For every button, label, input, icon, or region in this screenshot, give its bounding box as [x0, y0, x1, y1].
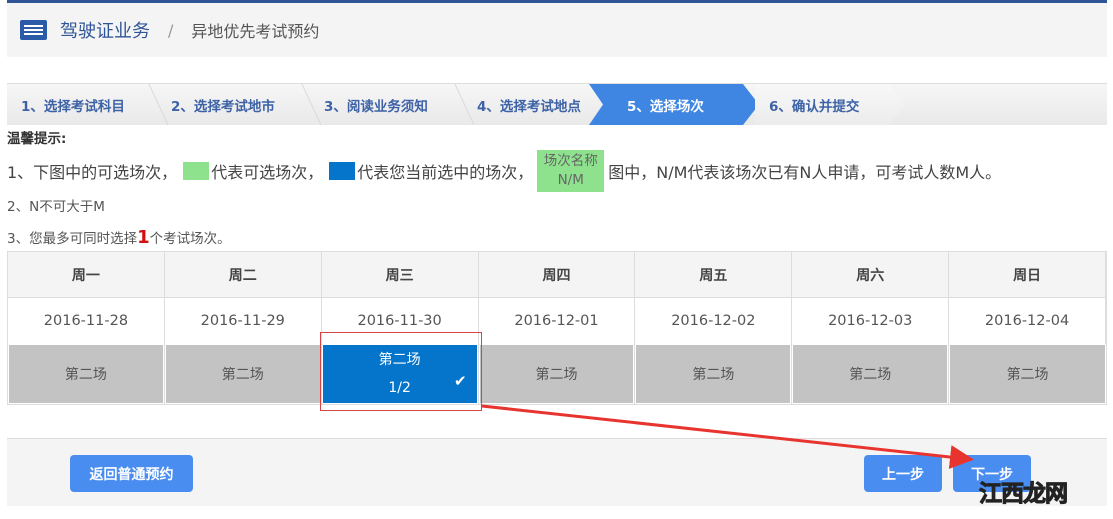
watermark-part-1: 江西	[979, 481, 1025, 508]
weekday-header: 周一	[8, 252, 165, 298]
watermark: 江西龙网	[979, 474, 1069, 508]
slot-cell: 第二场	[478, 344, 636, 404]
session-name: 第二场	[221, 367, 264, 383]
session-name: 第二场	[692, 367, 735, 383]
step-4: 4、选择考试地点	[463, 84, 603, 125]
slot-cell: 第二场 1/2 ✔	[321, 344, 479, 404]
breadcrumb-root[interactable]: 驾驶证业务	[60, 17, 150, 43]
tip-line-3: 3、您最多可同时选择 1 个考试场次。	[7, 226, 231, 248]
session-name: 第二场	[1006, 367, 1049, 383]
step-wizard: 1、选择考试科目 2、选择考试地市 3、阅读业务须知 4、选择考试地点 5、选择…	[7, 83, 1107, 125]
slot-cell: 第二场	[635, 344, 793, 404]
session-slot[interactable]: 第二场	[793, 345, 948, 403]
weekday-header: 周三	[321, 252, 479, 298]
breadcrumb-separator: /	[168, 20, 174, 40]
date-cell: 2016-12-01	[478, 298, 636, 344]
legend-sample: 场次名称 N/M	[537, 150, 605, 192]
session-slot-selected[interactable]: 第二场 1/2 ✔	[322, 345, 477, 403]
breadcrumb-current: 异地优先考试预约	[191, 22, 320, 41]
date-cell: 2016-11-29	[164, 298, 322, 344]
selected-color-swatch	[329, 162, 356, 180]
tips-title: 温馨提示:	[7, 131, 67, 147]
footer-bar: 返回普通预约 上一步 下一步	[7, 438, 1107, 506]
step-6: 6、确认并提交	[755, 84, 905, 125]
previous-step-button[interactable]: 上一步	[864, 455, 942, 492]
tip-text: 3、您最多可同时选择	[7, 231, 138, 247]
tip-text: 图中，N/M代表该场次已有N人申请，可考试人数M人。	[608, 163, 1002, 182]
step-5-active: 5、选择场次	[589, 84, 759, 125]
legend-name: 场次名称	[543, 153, 598, 169]
session-slot[interactable]: 第二场	[479, 345, 634, 403]
step-1: 1、选择考试科目	[7, 84, 157, 125]
weekday-header: 周五	[635, 252, 793, 298]
tips-section: 温馨提示:	[7, 128, 66, 150]
tip-line-1: 1、下图中的可选场次， 代表可选场次， 代表您当前选中的场次， 场次名称 N/M…	[7, 150, 1001, 192]
session-name: 第二场	[64, 367, 107, 383]
slot-cell: 第二场	[164, 344, 322, 404]
session-slot[interactable]: 第二场	[950, 345, 1105, 403]
date-cell: 2016-11-28	[8, 298, 165, 344]
tip-line-2: 2、N不可大于M	[7, 199, 105, 215]
session-name: 第二场	[378, 352, 421, 368]
weekday-header: 周六	[792, 252, 950, 298]
session-name: 第二场	[849, 367, 892, 383]
page-header: 驾驶证业务 / 异地优先考试预约	[7, 3, 1107, 57]
date-cell: 2016-12-02	[635, 298, 793, 344]
session-slot[interactable]: 第二场	[636, 345, 791, 403]
tip-text: 代表您当前选中的场次，	[357, 163, 534, 182]
tip-text: 代表可选场次，	[211, 163, 324, 182]
legend-value: N/M	[557, 172, 584, 188]
weekday-header: 周日	[949, 252, 1106, 298]
check-icon: ✔	[453, 372, 467, 390]
date-cell: 2016-12-04	[949, 298, 1106, 344]
slot-cell: 第二场	[792, 344, 950, 404]
tip-text: 1、下图中的可选场次，	[7, 163, 178, 182]
step-2: 2、选择考试地市	[157, 84, 310, 125]
schedule-table: 周一 周二 周三 周四 周五 周六 周日 2016-11-28 2016-11-29 2016-1…	[7, 251, 1107, 405]
session-count: 1/2	[388, 380, 411, 396]
slot-cell: 第二场	[949, 344, 1106, 404]
back-to-normal-booking-button[interactable]: 返回普通预约	[70, 455, 193, 492]
watermark-part-2: 龙网	[1023, 481, 1069, 508]
weekday-header: 周四	[478, 252, 636, 298]
max-selection-count: 1	[137, 226, 150, 248]
step-3: 3、阅读业务须知	[310, 84, 463, 125]
date-cell: 2016-11-30	[321, 298, 479, 344]
session-slot[interactable]: 第二场	[9, 345, 163, 403]
weekday-header: 周二	[164, 252, 322, 298]
available-color-swatch	[183, 162, 210, 180]
slot-cell: 第二场	[8, 344, 165, 404]
session-slot[interactable]: 第二场	[165, 345, 320, 403]
tip-text: 个考试场次。	[149, 231, 231, 247]
date-cell: 2016-12-03	[792, 298, 950, 344]
session-name: 第二场	[535, 367, 578, 383]
list-icon	[20, 20, 47, 40]
